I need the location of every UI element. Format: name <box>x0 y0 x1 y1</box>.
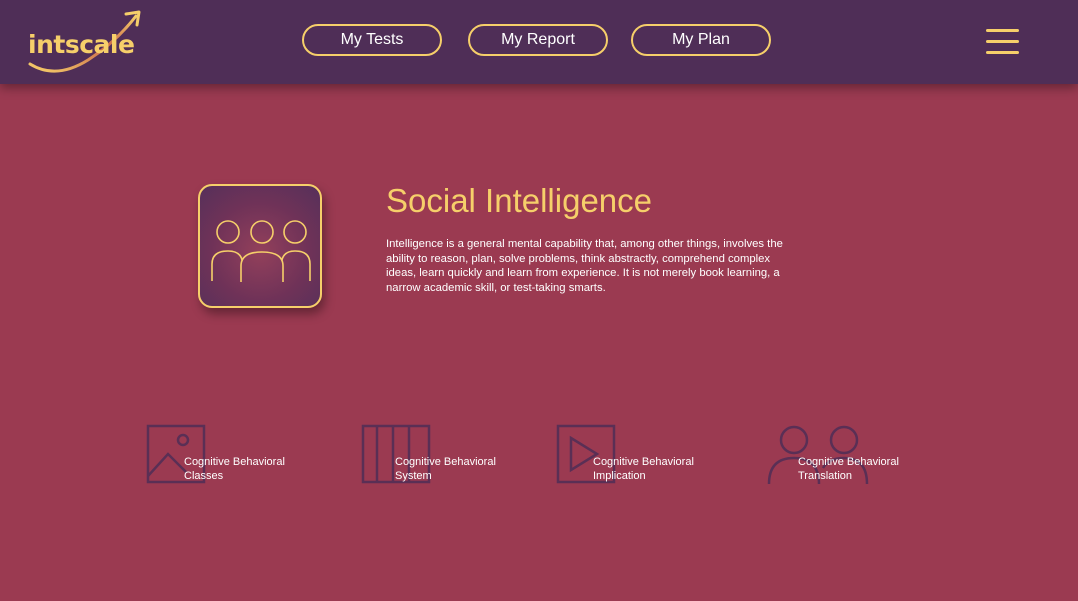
hamburger-menu-icon[interactable] <box>986 29 1020 55</box>
feature-label: Cognitive Behavioral Implication <box>593 456 694 482</box>
group-of-people-icon <box>211 220 311 282</box>
feature-cognitive-behavioral-implication[interactable]: Cognitive Behavioral Implication <box>556 424 716 488</box>
feature-label: Cognitive Behavioral System <box>395 456 496 482</box>
feature-cognitive-behavioral-system[interactable]: Cognitive Behavioral System <box>361 424 521 488</box>
page-description: Intelligence is a general mental capabil… <box>386 238 783 294</box>
logo-text: intscale <box>28 30 135 59</box>
social-intelligence-icon-tile <box>198 184 322 308</box>
nav-my-report-button[interactable]: My Report <box>468 24 608 56</box>
nav-my-tests-button[interactable]: My Tests <box>302 24 442 56</box>
page-title: Social Intelligence <box>386 182 652 219</box>
feature-label: Cognitive Behavioral Translation <box>798 456 899 482</box>
feature-label: Cognitive Behavioral Classes <box>184 456 285 482</box>
nav-my-plan-button[interactable]: My Plan <box>631 24 771 56</box>
feature-cognitive-behavioral-classes[interactable]: Cognitive Behavioral Classes <box>146 424 316 488</box>
top-navigation-bar: intscale My Tests My Report My Plan <box>0 0 1078 84</box>
feature-cognitive-behavioral-translation[interactable]: Cognitive Behavioral Translation <box>767 424 927 488</box>
intscale-logo[interactable]: intscale <box>26 8 146 74</box>
